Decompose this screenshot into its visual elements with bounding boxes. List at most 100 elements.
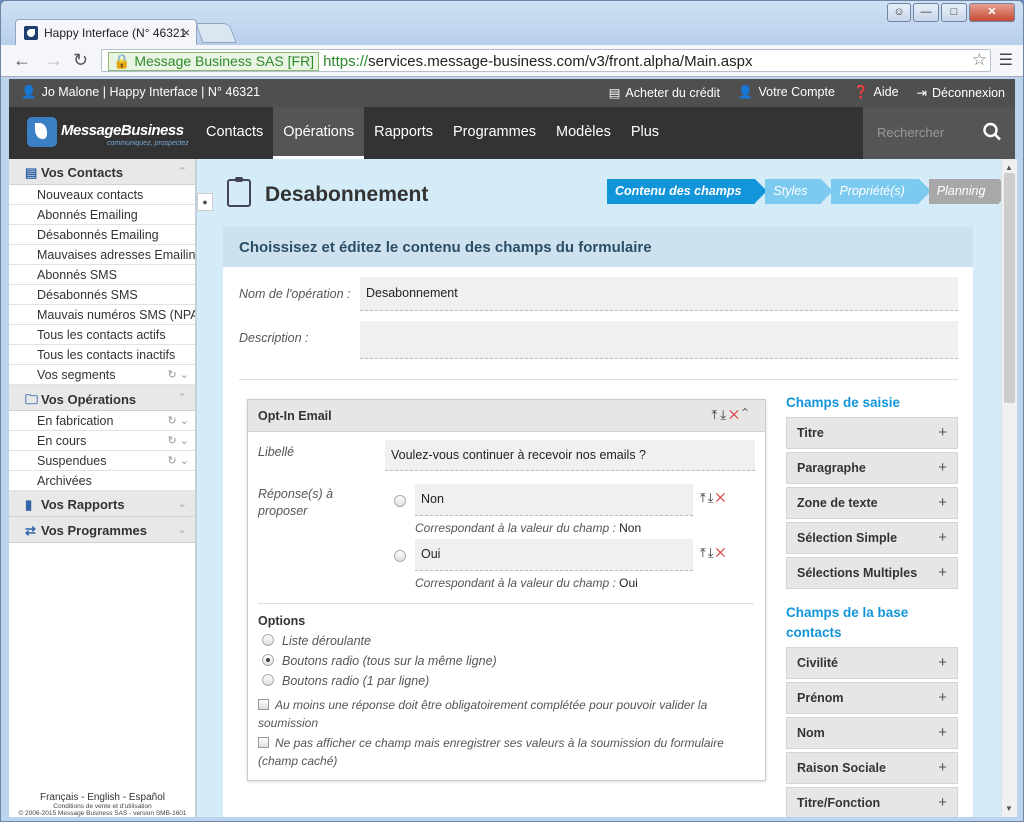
option-radio-per-line[interactable]: [262, 674, 274, 686]
sidebar-item-mauvaises-adresses[interactable]: Mauvaises adresses Emailing: [9, 245, 195, 265]
chevron-down-icon[interactable]: ⌄: [178, 523, 187, 536]
nav-programmes[interactable]: Programmes: [443, 107, 546, 159]
chevron-up-icon[interactable]: ⌃: [178, 165, 187, 178]
add-icon[interactable]: +: [938, 759, 947, 776]
step-styles[interactable]: Styles: [765, 179, 834, 204]
sidebar-item-suspendues[interactable]: Suspendues ↻ ⌄: [9, 451, 195, 471]
sidebar-item-abonnes-emailing[interactable]: Abonnés Emailing: [9, 205, 195, 225]
description-textarea[interactable]: [360, 321, 958, 359]
palette-item-titre-fonction[interactable]: Titre/Fonction +: [786, 787, 958, 817]
forward-icon[interactable]: →: [45, 50, 63, 71]
move-bottom-icon[interactable]: ⤓: [720, 407, 729, 422]
palette-item-selection-simple[interactable]: Sélection Simple +: [786, 522, 958, 554]
move-bottom-icon[interactable]: ⤓: [708, 545, 716, 560]
add-icon[interactable]: +: [938, 459, 947, 476]
refresh-icon[interactable]: ↻ ⌄: [163, 454, 189, 467]
palette-item-nom[interactable]: Nom +: [786, 717, 958, 749]
add-icon[interactable]: +: [938, 564, 947, 581]
required-checkbox[interactable]: [258, 699, 269, 710]
scroll-thumb[interactable]: [1004, 173, 1015, 403]
tab-close-icon[interactable]: ×: [182, 25, 190, 40]
nav-operations[interactable]: Opérations: [273, 107, 365, 159]
ssl-badge[interactable]: 🔒 Message Business SAS [FR]: [108, 52, 320, 71]
option-radio-dropdown[interactable]: [262, 634, 274, 646]
sidebar-section-operations[interactable]: 🗀 Vos Opérations ⌃: [9, 385, 195, 411]
sidebar-item-en-fabrication[interactable]: En fabrication ↻ ⌄: [9, 411, 195, 431]
move-bottom-icon[interactable]: ⤓: [708, 490, 716, 505]
nav-modeles[interactable]: Modèles: [546, 107, 621, 159]
logout-link[interactable]: ⇥ Déconnexion: [917, 85, 1005, 100]
url-input[interactable]: 🔒 Message Business SAS [FR] https://servi…: [101, 49, 991, 72]
new-tab-button[interactable]: [195, 23, 237, 43]
scroll-up-icon[interactable]: ▲: [1005, 163, 1013, 172]
back-icon[interactable]: ←: [13, 50, 31, 71]
answer-input[interactable]: Oui: [415, 539, 693, 571]
step-planning[interactable]: Planning: [928, 179, 1001, 204]
sidebar-item-segments[interactable]: Vos segments ↻ ⌄: [9, 365, 195, 385]
add-icon[interactable]: +: [938, 794, 947, 811]
move-top-icon[interactable]: ⤒: [700, 545, 708, 560]
palette-item-raison-sociale[interactable]: Raison Sociale +: [786, 752, 958, 784]
chevron-down-icon[interactable]: ⌄: [178, 497, 187, 510]
op-name-input[interactable]: Desabonnement: [360, 277, 958, 311]
sidebar-item-archivees[interactable]: Archivées: [9, 471, 195, 491]
refresh-icon[interactable]: ↻ ⌄: [163, 414, 189, 427]
vertical-scrollbar[interactable]: ▲ ▼: [1001, 159, 1017, 817]
chevron-up-icon[interactable]: ⌃: [742, 407, 751, 422]
help-link[interactable]: ❓ Aide: [853, 85, 899, 100]
step-contenu[interactable]: Contenu des champs: [607, 179, 768, 204]
pin-sidebar-icon[interactable]: ●: [197, 193, 213, 211]
sidebar-item-en-cours[interactable]: En cours ↻ ⌄: [9, 431, 195, 451]
palette-item-titre[interactable]: Titre +: [786, 417, 958, 449]
sidebar-section-contacts[interactable]: ▤ Vos Contacts ⌃: [9, 159, 195, 185]
search-icon[interactable]: [983, 121, 1001, 143]
add-icon[interactable]: +: [938, 724, 947, 741]
user-profile-icon[interactable]: ☺: [887, 3, 911, 22]
sidebar-item-contacts-inactifs[interactable]: Tous les contacts inactifs: [9, 345, 195, 365]
nav-rapports[interactable]: Rapports: [364, 107, 443, 159]
palette-item-civilite[interactable]: Civilité +: [786, 647, 958, 679]
step-proprietes[interactable]: Propriété(s): [831, 179, 932, 204]
sidebar-section-rapports[interactable]: ▮ Vos Rapports ⌄: [9, 491, 195, 517]
browser-tab[interactable]: Happy Interface (N° 46321 ×: [15, 19, 197, 45]
sidebar-section-programmes[interactable]: ⇄ Vos Programmes ⌄: [9, 517, 195, 543]
delete-icon[interactable]: ✕: [716, 490, 728, 505]
add-icon[interactable]: +: [938, 689, 947, 706]
nav-contacts[interactable]: Contacts: [196, 107, 273, 159]
hidden-checkbox[interactable]: [258, 737, 269, 748]
palette-item-paragraphe[interactable]: Paragraphe +: [786, 452, 958, 484]
terms-link[interactable]: Conditions de vente et d'utilisation: [9, 803, 196, 810]
nav-plus[interactable]: Plus: [621, 107, 669, 159]
scroll-down-icon[interactable]: ▼: [1005, 804, 1013, 813]
logo[interactable]: MessageBusiness communiquez, prospectez: [27, 117, 197, 149]
move-top-icon[interactable]: ⤒: [711, 407, 720, 422]
answer-input[interactable]: Non: [415, 484, 693, 516]
refresh-icon[interactable]: ↻ ⌄: [163, 368, 189, 381]
libelle-input[interactable]: Voulez-vous continuer à recevoir nos ema…: [385, 440, 755, 471]
close-window-button[interactable]: ✕: [969, 3, 1015, 22]
palette-item-prenom[interactable]: Prénom +: [786, 682, 958, 714]
search-input[interactable]: Rechercher: [863, 107, 1015, 159]
language-links[interactable]: Français - English - Español: [9, 792, 196, 803]
answer-radio[interactable]: [394, 495, 406, 507]
buy-credit-link[interactable]: ▤ Acheter du crédit: [609, 85, 720, 100]
sidebar-item-desabonnes-emailing[interactable]: Désabonnés Emailing: [9, 225, 195, 245]
palette-item-zone-texte[interactable]: Zone de texte +: [786, 487, 958, 519]
delete-icon[interactable]: ✕: [716, 545, 728, 560]
sidebar-item-mauvais-numeros[interactable]: Mauvais numéros SMS (NPAI): [9, 305, 195, 325]
bookmark-star-icon[interactable]: ☆: [972, 50, 987, 70]
move-top-icon[interactable]: ⤒: [700, 490, 708, 505]
add-icon[interactable]: +: [938, 494, 947, 511]
option-radio-inline[interactable]: [262, 654, 274, 666]
add-icon[interactable]: +: [938, 654, 947, 671]
add-icon[interactable]: +: [938, 424, 947, 441]
maximize-button[interactable]: □: [941, 3, 967, 22]
palette-item-selections-multiples[interactable]: Sélections Multiples +: [786, 557, 958, 589]
delete-icon[interactable]: ✕: [729, 407, 742, 422]
sidebar-item-abonnes-sms[interactable]: Abonnés SMS: [9, 265, 195, 285]
account-link[interactable]: 👤 Votre Compte: [738, 85, 835, 100]
answer-radio[interactable]: [394, 550, 406, 562]
chevron-up-icon[interactable]: ⌃: [178, 391, 187, 404]
sidebar-item-nouveaux-contacts[interactable]: Nouveaux contacts: [9, 185, 195, 205]
sidebar-item-contacts-actifs[interactable]: Tous les contacts actifs: [9, 325, 195, 345]
